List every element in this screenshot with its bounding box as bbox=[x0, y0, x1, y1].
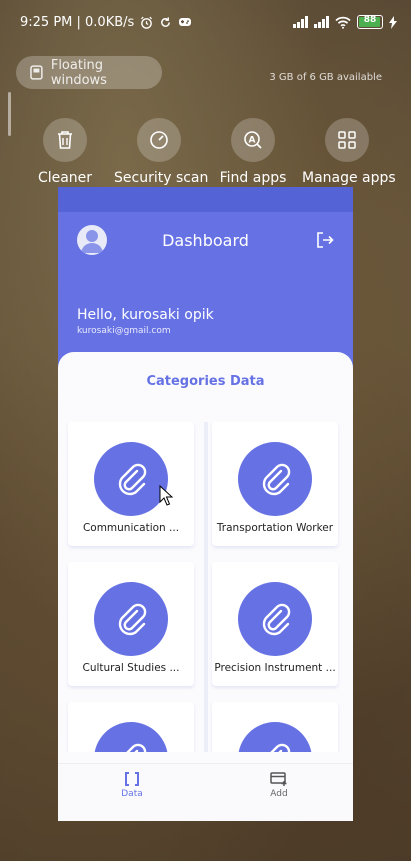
paperclip-icon bbox=[118, 603, 147, 636]
category-label: Precision Instrument ... bbox=[214, 662, 336, 674]
category-icon-circle bbox=[238, 722, 312, 752]
manage-apps-circle bbox=[325, 118, 369, 162]
category-label: Communication ... bbox=[82, 522, 180, 534]
categories-sheet: Categories Data Communication ... Transp… bbox=[58, 352, 353, 821]
wifi-icon bbox=[335, 16, 351, 29]
find-apps-button[interactable]: A Find apps bbox=[208, 118, 298, 186]
category-card[interactable] bbox=[68, 702, 194, 752]
status-time: 9:25 PM | 0.0KB/s bbox=[20, 15, 135, 30]
game-icon bbox=[179, 18, 192, 26]
nav-add[interactable]: Add bbox=[239, 772, 319, 799]
greeting: Hello, kurosaki opik bbox=[77, 307, 214, 323]
paperclip-icon bbox=[262, 603, 291, 636]
category-icon-circle bbox=[94, 722, 168, 752]
speedometer-icon bbox=[150, 131, 168, 149]
paperclip-icon bbox=[126, 743, 147, 752]
battery-level: 88 bbox=[363, 15, 377, 25]
refresh-icon bbox=[161, 17, 171, 27]
category-card[interactable]: Precision Instrument ... bbox=[212, 562, 338, 686]
bottom-nav: Data Add bbox=[58, 763, 353, 821]
category-label: Cultural Studies ... bbox=[82, 662, 180, 674]
nav-data-label: Data bbox=[121, 789, 143, 799]
status-bar: 9:25 PM | 0.0KB/s 88 bbox=[0, 0, 411, 46]
drag-handle[interactable] bbox=[8, 92, 11, 136]
nav-add-label: Add bbox=[270, 789, 288, 799]
cleaner-circle bbox=[43, 118, 87, 162]
charging-icon bbox=[389, 15, 397, 29]
category-label: Transportation Worker bbox=[216, 522, 334, 534]
add-card-icon bbox=[270, 772, 287, 786]
brackets-icon bbox=[125, 772, 139, 786]
paperclip-icon bbox=[118, 463, 147, 496]
status-left: 9:25 PM | 0.0KB/s bbox=[20, 15, 192, 30]
status-right: 88 bbox=[293, 15, 397, 29]
user-email: kurosaki@gmail.com bbox=[77, 326, 171, 336]
security-scan-circle bbox=[137, 118, 181, 162]
category-icon-circle bbox=[94, 442, 168, 516]
categories-grid: Communication ... Transportation Worker … bbox=[58, 422, 353, 752]
trash-icon bbox=[58, 131, 72, 149]
find-apps-circle: A bbox=[231, 118, 275, 162]
manage-apps-button[interactable]: Manage apps bbox=[302, 118, 396, 186]
paperclip-icon bbox=[262, 463, 291, 496]
category-icon-circle bbox=[238, 442, 312, 516]
grid-divider bbox=[204, 422, 208, 752]
window-icon bbox=[30, 65, 43, 80]
battery-icon: 88 bbox=[357, 15, 383, 29]
category-icon-circle bbox=[94, 582, 168, 656]
security-scan-button[interactable]: Security scan bbox=[114, 118, 209, 186]
signal-icon-2 bbox=[314, 16, 329, 28]
categories-title: Categories Data bbox=[146, 374, 265, 389]
cleaner-label: Cleaner bbox=[37, 170, 93, 186]
grid-icon bbox=[338, 131, 356, 149]
logout-icon[interactable] bbox=[316, 231, 334, 249]
floating-windows-button[interactable]: Floating windows bbox=[16, 56, 162, 89]
cursor-icon bbox=[159, 485, 173, 506]
floating-windows-label: Floating windows bbox=[50, 57, 107, 88]
category-icon-circle bbox=[238, 582, 312, 656]
svg-text:A: A bbox=[249, 136, 256, 146]
manage-apps-label: Manage apps bbox=[302, 170, 396, 186]
find-apps-label: Find apps bbox=[219, 170, 287, 186]
category-card[interactable]: Transportation Worker bbox=[212, 422, 338, 546]
category-card[interactable]: Cultural Studies ... bbox=[68, 562, 194, 686]
category-card[interactable]: Communication ... bbox=[68, 422, 194, 546]
category-card[interactable] bbox=[212, 702, 338, 752]
alarm-icon bbox=[141, 16, 153, 29]
cleaner-button[interactable]: Cleaner bbox=[20, 118, 110, 186]
security-scan-label: Security scan bbox=[114, 170, 209, 186]
find-apps-icon: A bbox=[244, 131, 262, 149]
signal-icon-1 bbox=[293, 16, 308, 28]
storage-text: 3 GB of 6 GB available bbox=[269, 72, 382, 83]
nav-data[interactable]: Data bbox=[92, 772, 172, 799]
app-title-strip[interactable] bbox=[58, 187, 353, 212]
page-title: Dashboard bbox=[162, 231, 249, 250]
paperclip-icon bbox=[270, 743, 291, 752]
app-window: Dashboard Hello, kurosaki opik kurosaki@… bbox=[58, 187, 353, 821]
